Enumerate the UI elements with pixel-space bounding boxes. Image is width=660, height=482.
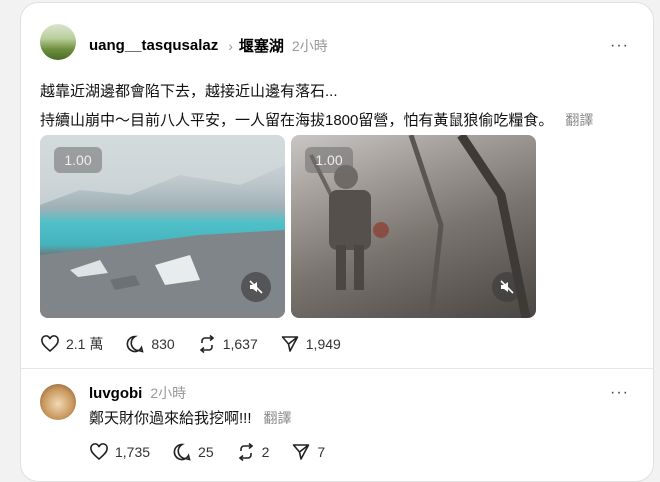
translate-link[interactable]: 翻譯 (264, 410, 292, 426)
comment-count: 25 (198, 444, 214, 460)
reply-text-line: 鄭天財你過來給我挖啊!!! 翻譯 (89, 407, 292, 428)
translate-link[interactable]: 翻譯 (565, 112, 593, 128)
comment-button[interactable]: 830 (125, 334, 175, 354)
more-icon[interactable]: ··· (610, 37, 629, 55)
username[interactable]: uang__tasqusalaz (89, 37, 218, 54)
post-actions: 2.1 萬 830 1,637 1,949 (40, 334, 363, 354)
speaker-muted-icon[interactable] (241, 272, 271, 302)
like-count: 2.1 萬 (66, 336, 104, 352)
comment-icon (173, 443, 191, 461)
more-icon[interactable]: ··· (610, 384, 629, 402)
comment-button[interactable]: 25 (172, 442, 214, 462)
like-button[interactable]: 2.1 萬 (40, 334, 103, 354)
username[interactable]: luvgobi (89, 385, 142, 402)
repost-button[interactable]: 2 (236, 442, 270, 462)
video-2[interactable]: 1.00 (291, 135, 536, 318)
timestamp: 2小時 (291, 37, 328, 54)
post-text-line-1: 越靠近湖邊都會陷下去，越接近山邊有落石... (40, 83, 338, 100)
thread-card: uang__tasqusalaz › 堰塞湖 2小時 ··· 越靠近湖邊都會陷下… (20, 2, 654, 482)
video-1[interactable]: 1.00 (40, 135, 285, 318)
main-post: uang__tasqusalaz › 堰塞湖 2小時 ··· 越靠近湖邊都會陷下… (21, 3, 653, 369)
share-count: 1,949 (305, 336, 341, 352)
repost-icon (238, 442, 253, 462)
heart-icon (90, 443, 108, 461)
reply-header: luvgobi 2小時 (89, 383, 186, 403)
chevron-right-icon: › (228, 37, 233, 54)
timestamp: 2小時 (150, 385, 187, 401)
heart-icon (41, 335, 59, 353)
post-text: 持續山崩中～目前八人平安，一人留在海拔1800留營，怕有黃鼠狼偷吃糧食。 (40, 112, 554, 129)
avatar[interactable] (40, 384, 76, 420)
like-count: 1,735 (115, 444, 151, 460)
comment-icon (126, 335, 144, 353)
repost-button[interactable]: 1,637 (197, 334, 258, 354)
topic-tag[interactable]: 堰塞湖 (239, 35, 284, 56)
share-count: 7 (317, 444, 326, 460)
reply-text: 鄭天財你過來給我挖啊!!! (89, 410, 252, 427)
repost-count: 2 (261, 444, 270, 460)
share-button[interactable]: 1,949 (280, 334, 341, 354)
repost-icon (199, 334, 214, 354)
like-button[interactable]: 1,735 (89, 442, 150, 462)
playback-speed-badge[interactable]: 1.00 (54, 147, 102, 173)
post-text-line-2: 持續山崩中～目前八人平安，一人留在海拔1800留營，怕有黃鼠狼偷吃糧食。 翻譯 (40, 109, 593, 130)
reply-actions: 1,735 25 2 7 (89, 442, 347, 462)
avatar[interactable] (40, 24, 76, 60)
post-header: uang__tasqusalaz › 堰塞湖 2小時 (89, 35, 328, 56)
share-button[interactable]: 7 (291, 442, 325, 462)
share-icon (293, 444, 310, 460)
speaker-muted-icon[interactable] (492, 272, 522, 302)
playback-speed-badge[interactable]: 1.00 (305, 147, 353, 173)
repost-count: 1,637 (222, 336, 258, 352)
comment-count: 830 (151, 336, 175, 352)
share-icon (281, 336, 299, 352)
